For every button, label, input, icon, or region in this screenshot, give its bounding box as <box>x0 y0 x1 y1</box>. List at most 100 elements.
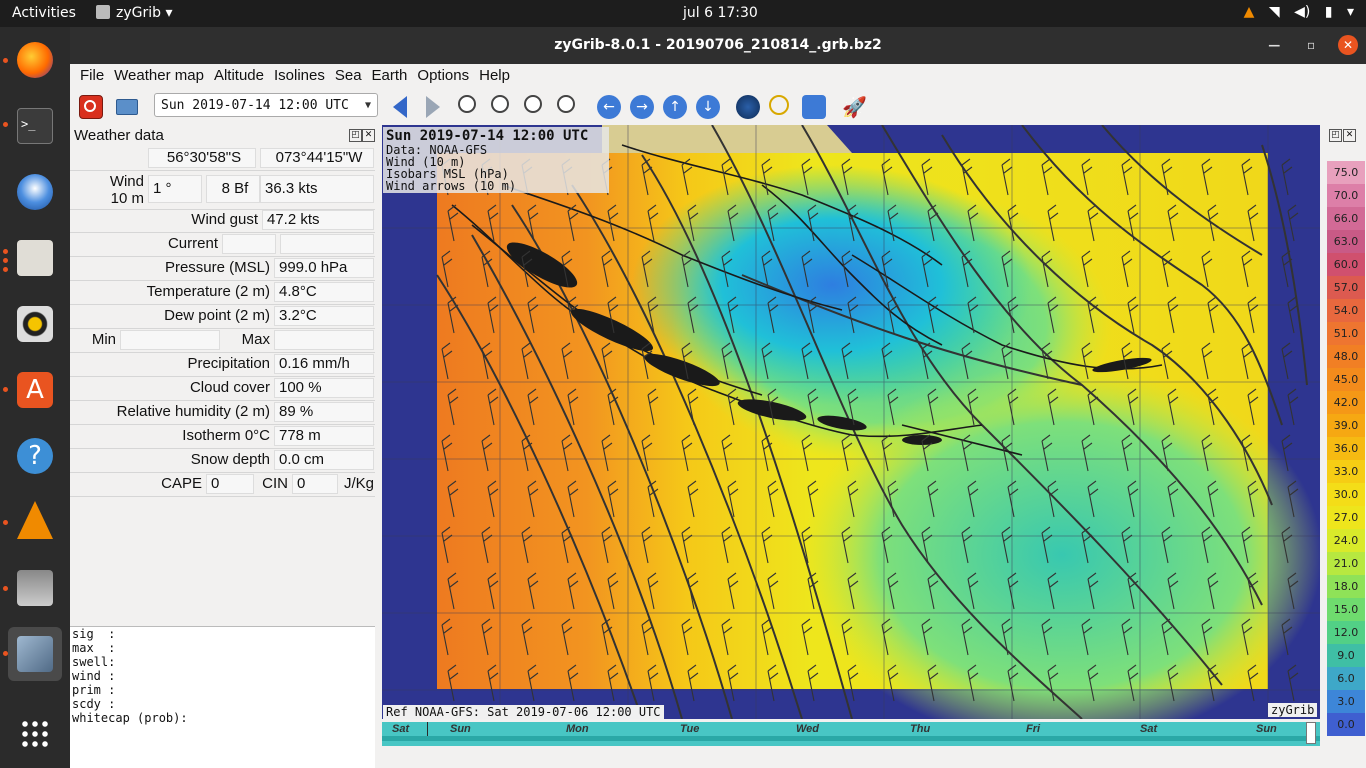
running-indicator <box>3 249 8 254</box>
software-store-icon: A <box>17 372 53 408</box>
current-label: Current <box>167 235 218 252</box>
map-canvas[interactable] <box>382 125 1320 719</box>
timeline-slider-handle[interactable] <box>1306 722 1316 744</box>
pan-down-button[interactable]: ↓ <box>696 95 720 119</box>
timeline-day[interactable]: Sat <box>1140 722 1157 736</box>
float-legend-icon[interactable]: ◰ <box>1329 129 1342 142</box>
previous-date-button[interactable] <box>388 95 412 119</box>
system-tray[interactable]: ▲ ◥ ◀) ▮ ▾ <box>1234 4 1354 20</box>
vlc-tray-icon[interactable]: ▲ <box>1244 4 1255 20</box>
legend-cell: 45.0 <box>1327 368 1365 391</box>
close-icon[interactable]: ✕ <box>1338 35 1358 55</box>
download-button[interactable] <box>769 95 793 119</box>
pan-right-button[interactable]: → <box>630 95 654 119</box>
cin-label: CIN <box>262 475 288 492</box>
menu-earth[interactable]: Earth <box>367 64 413 84</box>
globe-button[interactable] <box>736 95 760 119</box>
menu-altitude[interactable]: Altitude <box>209 64 269 84</box>
next-date-button[interactable] <box>421 95 445 119</box>
timeline-day[interactable]: Wed <box>796 722 819 736</box>
app-menu[interactable]: zyGrib ▾ <box>96 5 173 21</box>
timeline-day[interactable]: Tue <box>680 722 699 736</box>
date-timeline[interactable]: Sat Sun Mon Tue Wed Thu Fri Sat Sun <box>382 722 1320 746</box>
date-select[interactable]: Sun 2019-07-14 12:00 UTC ▼ <box>154 93 378 117</box>
window-title: zyGrib-8.0.1 - 20190706_210814_.grb.bz2 <box>554 37 882 53</box>
running-indicator <box>3 122 8 127</box>
zoom-in-button[interactable] <box>458 95 482 119</box>
temperature-label: Temperature (2 m) <box>146 283 270 300</box>
arrow-up-icon: ↑ <box>669 99 681 115</box>
wind-direction: 1 ° <box>148 175 202 203</box>
reference-date: Ref NOAA-GFS: Sat 2019-07-06 12:00 UTC <box>383 705 664 719</box>
legend-cell: 9.0 <box>1327 644 1365 667</box>
window-titlebar[interactable]: zyGrib-8.0.1 - 20190706_210814_.grb.bz2 … <box>70 27 1366 64</box>
pan-left-button[interactable]: ← <box>597 95 621 119</box>
quit-button[interactable] <box>79 95 103 119</box>
close-panel-icon[interactable]: ✕ <box>362 129 375 142</box>
minimize-icon[interactable]: — <box>1264 35 1284 55</box>
chevron-down-icon: ▼ <box>364 100 371 111</box>
app-icon <box>96 5 110 19</box>
legend-cell: 33.0 <box>1327 460 1365 483</box>
dewpoint-label: Dew point (2 m) <box>164 307 270 324</box>
dock-zygrib[interactable] <box>8 627 62 681</box>
open-file-button[interactable] <box>116 95 140 119</box>
timeline-day[interactable]: Fri <box>1026 722 1040 736</box>
dock-thunderbird[interactable] <box>8 165 62 219</box>
dock-installer[interactable] <box>8 561 62 615</box>
rocket-button[interactable]: 🚀 <box>842 95 867 119</box>
zoom-out-button[interactable] <box>491 95 515 119</box>
cape-label: CAPE <box>161 475 202 492</box>
battery-icon[interactable]: ▮ <box>1325 4 1333 20</box>
zoom-fit-button[interactable] <box>524 95 548 119</box>
pan-up-button[interactable]: ↑ <box>663 95 687 119</box>
timeline-day[interactable]: Sat <box>392 722 409 736</box>
timeline-day[interactable]: Sun <box>1256 722 1277 736</box>
legend-cell: 6.0 <box>1327 667 1365 690</box>
menu-sea[interactable]: Sea <box>330 64 367 84</box>
timeline-day[interactable]: Mon <box>566 722 589 736</box>
zoom-all-icon <box>557 95 575 113</box>
meteotable-button[interactable] <box>802 95 826 119</box>
timeline-day[interactable]: Sun <box>450 722 471 736</box>
menu-options[interactable]: Options <box>412 64 474 84</box>
weather-map[interactable] <box>382 125 1320 719</box>
dock-terminal[interactable]: >_ <box>8 99 62 153</box>
isotherm-label: Isotherm 0°C <box>182 427 270 444</box>
dock-firefox[interactable] <box>8 33 62 87</box>
dock-rhythmbox[interactable] <box>8 297 62 351</box>
timeline-track[interactable] <box>382 736 1320 741</box>
menu-file[interactable]: File <box>75 64 109 84</box>
activities-button[interactable]: Activities <box>12 5 76 21</box>
chevron-down-icon[interactable]: ▾ <box>1347 4 1354 20</box>
cloud-row: Cloud cover 100 % <box>70 377 375 401</box>
menu-help[interactable]: Help <box>474 64 515 84</box>
dock-files[interactable] <box>8 231 62 285</box>
wifi-icon[interactable]: ◥ <box>1269 4 1280 20</box>
show-applications-button[interactable] <box>8 707 62 761</box>
timeline-day[interactable]: Thu <box>910 722 930 736</box>
minmax-row: Min Max <box>70 329 375 353</box>
legend-cell: 51.0 <box>1327 322 1365 345</box>
wave-info-text[interactable]: sig : max : swell: wind : prim : scdy : … <box>70 626 375 768</box>
float-panel-icon[interactable]: ◰ <box>349 129 362 142</box>
color-legend: ◰ ✕ 75.0 70.0 66.0 63.0 60.0 57.0 54.0 51.0 48.0… <box>1325 125 1366 768</box>
close-legend-icon[interactable]: ✕ <box>1343 129 1356 142</box>
maximize-icon[interactable]: ▫ <box>1301 35 1321 55</box>
dock-help[interactable]: ? <box>8 429 62 483</box>
zoom-all-button[interactable] <box>557 95 581 119</box>
clock[interactable]: jul 6 17:30 <box>683 5 758 21</box>
help-icon: ? <box>17 438 53 474</box>
dock-vlc[interactable] <box>8 495 62 549</box>
volume-icon[interactable]: ◀) <box>1294 4 1310 20</box>
precipitation-value: 0.16 mm/h <box>274 354 374 374</box>
legend-cell: 48.0 <box>1327 345 1365 368</box>
menu-weather-map[interactable]: Weather map <box>109 64 209 84</box>
snow-label: Snow depth <box>190 451 270 468</box>
dock-software[interactable]: A <box>8 363 62 417</box>
isotherm-value: 778 m <box>274 426 374 446</box>
menu-isolines[interactable]: Isolines <box>269 64 330 84</box>
menubar: File Weather map Altitude Isolines Sea Earth O… <box>70 64 1366 89</box>
legend-cell: 54.0 <box>1327 299 1365 322</box>
arrow-right-icon: → <box>636 99 648 115</box>
